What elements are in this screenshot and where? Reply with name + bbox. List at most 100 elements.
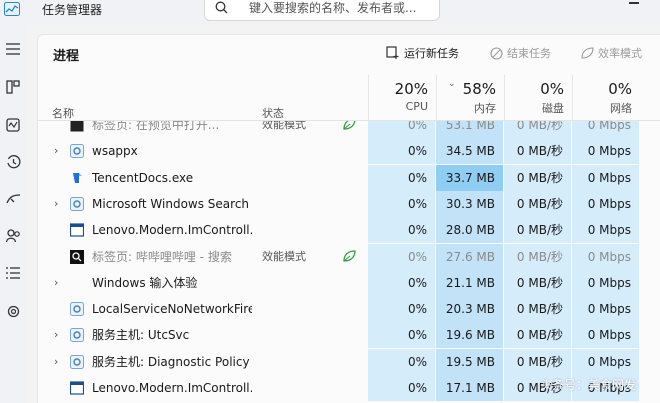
network-cell: 0 Mbps (572, 348, 639, 375)
chevron-right-icon[interactable]: › (54, 349, 58, 375)
process-row[interactable]: TencentDocs.exe 0% 33.7 MB 0 MB/秒 0 Mbps (38, 164, 660, 191)
window-icon (69, 223, 85, 237)
efficiency-leaf-icon (581, 46, 594, 59)
efficiency-mode-button[interactable]: 效率模式 (580, 43, 642, 63)
column-name-header[interactable]: 名称 (52, 105, 74, 121)
network-cell: 0 Mbps (572, 217, 639, 244)
cpu-cell: 0% (368, 217, 435, 244)
window-icon (69, 381, 85, 395)
memory-cell: 27.6 MB (436, 243, 503, 270)
gear-icon (70, 302, 84, 317)
column-network-header[interactable]: 0% 网络 (572, 75, 640, 121)
disk-cell: 0 MB/秒 (504, 217, 571, 244)
task-manager-logo-icon (4, 2, 20, 16)
processes-panel: 进程 运行新任务 结束任务 效率模式 名称 状态 ⌄ 20% CPU 58% 内… (37, 34, 660, 403)
memory-cell: 20.3 MB (436, 296, 503, 323)
gear-icon (70, 328, 84, 343)
browser-icon (70, 121, 84, 132)
window-title: 任务管理器 (42, 3, 103, 17)
process-row[interactable]: 标签页: 哔哔哩哔哩 - 搜索 效能模式 0% 27.6 MB 0 MB/秒 0 Mbps (38, 243, 660, 270)
watermark: 头条号：美食网发 (540, 378, 637, 392)
app-history-nav-icon[interactable] (3, 152, 23, 172)
memory-cell: 28.0 MB (436, 217, 503, 244)
column-memory-header[interactable]: 58% 内存 (436, 75, 504, 121)
disk-cell: 0 MB/秒 (504, 269, 571, 296)
process-row[interactable]: Lenovo.Modern.ImControll... 0% 28.0 MB 0 MB… (38, 217, 660, 244)
cpu-cell: 0% (368, 138, 435, 165)
network-cell: 0 Mbps (572, 164, 639, 191)
startup-apps-nav-icon[interactable] (3, 189, 23, 209)
process-status: 效能模式 (262, 249, 306, 263)
cpu-cell: 0% (368, 348, 435, 375)
process-name: Microsoft Windows Search ... (92, 196, 252, 211)
disk-cell: 0 MB/秒 (504, 190, 571, 217)
column-disk-header[interactable]: 0% 磁盘 (504, 75, 572, 121)
network-cell: 0 Mbps (572, 269, 639, 296)
cpu-total: 20% (394, 80, 428, 98)
cpu-cell: 0% (368, 121, 435, 138)
end-task-icon (490, 46, 503, 60)
disk-cell: 0 MB/秒 (504, 348, 571, 375)
process-name: 标签页: 哔哔哩哔哩 - 搜索 (92, 249, 232, 264)
process-name: wsappx (92, 144, 138, 159)
hamburger-menu-icon[interactable] (3, 39, 23, 59)
process-name: TencentDocs.exe (92, 170, 194, 185)
network-cell: 0 Mbps (572, 190, 639, 217)
end-task-button[interactable]: 结束任务 (490, 43, 551, 63)
end-task-label: 结束任务 (507, 47, 551, 60)
users-nav-icon[interactable] (3, 226, 23, 246)
network-cell: 0 Mbps (572, 296, 639, 323)
process-row[interactable]: LocalServiceNoNetworkFire... 0% 20.3 MB 0 M… (38, 296, 660, 323)
services-nav-icon[interactable] (3, 301, 23, 321)
efficiency-mode-label: 效率模式 (598, 47, 642, 60)
details-nav-icon[interactable] (3, 263, 23, 283)
network-total: 0% (608, 80, 632, 98)
disk-cell: 0 MB/秒 (504, 121, 571, 138)
chevron-right-icon[interactable]: › (54, 191, 58, 217)
network-label: 网络 (610, 102, 632, 115)
memory-cell: 34.5 MB (436, 138, 503, 165)
run-new-task-label: 运行新任务 (404, 47, 459, 60)
efficiency-leaf-icon (342, 121, 356, 134)
performance-nav-icon[interactable] (3, 115, 23, 135)
process-row[interactable]: › Windows 输入体验 0% 21.1 MB 0 MB/秒 0 Mbps (38, 269, 660, 296)
cpu-cell: 0% (368, 164, 435, 191)
process-row[interactable]: › 服务主机: Diagnostic Policy ... 0% 19.5 MB 0 M… (38, 348, 660, 375)
process-name: Windows 输入体验 (92, 275, 198, 290)
process-row[interactable]: › 服务主机: UtcSvc 0% 19.6 MB 0 MB/秒 0 Mbps (38, 322, 660, 349)
network-cell: 0 Mbps (572, 121, 639, 138)
chevron-right-icon[interactable]: › (54, 138, 58, 164)
search-input[interactable]: 键入要搜索的名称、发布者或... (204, 0, 440, 21)
column-status-header[interactable]: 状态 (262, 105, 284, 121)
sidebar (0, 24, 26, 403)
gear-icon (70, 144, 84, 159)
memory-cell: 30.3 MB (436, 190, 503, 217)
search-placeholder: 键入要搜索的名称、发布者或... (249, 1, 417, 15)
process-row[interactable]: › Microsoft Windows Search ... 0% 30.3 MB 0 … (38, 190, 660, 217)
run-new-task-button[interactable]: 运行新任务 (386, 43, 459, 63)
tencent-docs-icon (70, 171, 84, 185)
disk-label: 磁盘 (542, 102, 564, 115)
processes-nav-icon[interactable] (3, 77, 23, 97)
chevron-right-icon[interactable]: › (54, 322, 58, 348)
minimize-button[interactable] (629, 2, 639, 4)
cpu-cell: 0% (368, 322, 435, 349)
search-app-icon (70, 196, 84, 211)
search-icon (215, 1, 228, 14)
memory-label: 内存 (474, 102, 496, 115)
cpu-cell: 0% (368, 269, 435, 296)
column-cpu-header[interactable]: 20% CPU (368, 75, 436, 121)
gear-icon (70, 354, 84, 369)
disk-cell: 0 MB/秒 (504, 164, 571, 191)
chevron-right-icon[interactable]: › (54, 270, 58, 296)
cpu-cell: 0% (368, 375, 435, 401)
memory-cell: 21.1 MB (436, 269, 503, 296)
disk-total: 0% (540, 80, 564, 98)
process-row[interactable]: 标签页: 在预览中打开... 效能模式 0% 53.1 MB 0 MB/秒 0 Mbps (38, 121, 660, 138)
memory-cell: 19.5 MB (436, 348, 503, 375)
column-header-row: 名称 状态 ⌄ 20% CPU 58% 内存 0% 磁盘 0% 网络 (38, 75, 660, 121)
process-row[interactable]: › wsappx 0% 34.5 MB 0 MB/秒 0 Mbps (38, 138, 660, 165)
run-task-icon (386, 46, 399, 59)
memory-cell: 19.6 MB (436, 322, 503, 349)
network-cell: 0 Mbps (572, 322, 639, 349)
